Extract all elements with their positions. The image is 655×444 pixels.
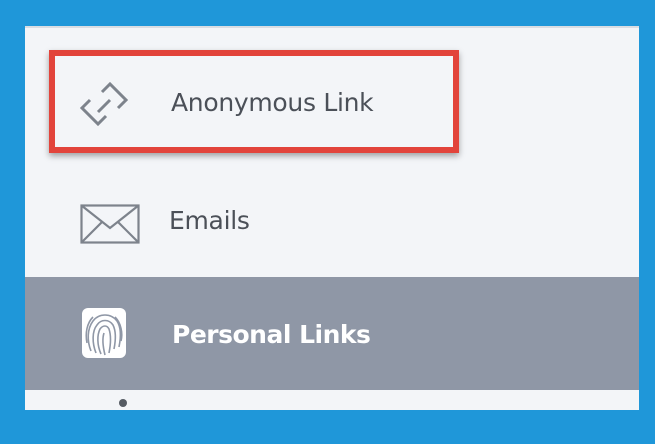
screenshot-frame: Anonymous Link Emails Personal Links xyxy=(0,0,655,444)
next-item-icon-partial xyxy=(119,399,127,407)
nav-item-label: Emails xyxy=(169,206,250,235)
fingerprint-icon xyxy=(81,307,127,364)
link-icon xyxy=(79,81,129,131)
divider xyxy=(25,26,639,28)
nav-item-anonymous-link[interactable]: Anonymous Link xyxy=(25,64,639,174)
distribution-sidebar: Anonymous Link Emails Personal Links xyxy=(25,26,639,410)
nav-item-personal-links[interactable]: Personal Links xyxy=(25,277,639,390)
nav-item-label: Anonymous Link xyxy=(171,88,374,117)
nav-item-label: Personal Links xyxy=(172,320,371,349)
envelope-icon xyxy=(80,204,140,249)
nav-item-emails[interactable]: Emails xyxy=(25,184,639,264)
